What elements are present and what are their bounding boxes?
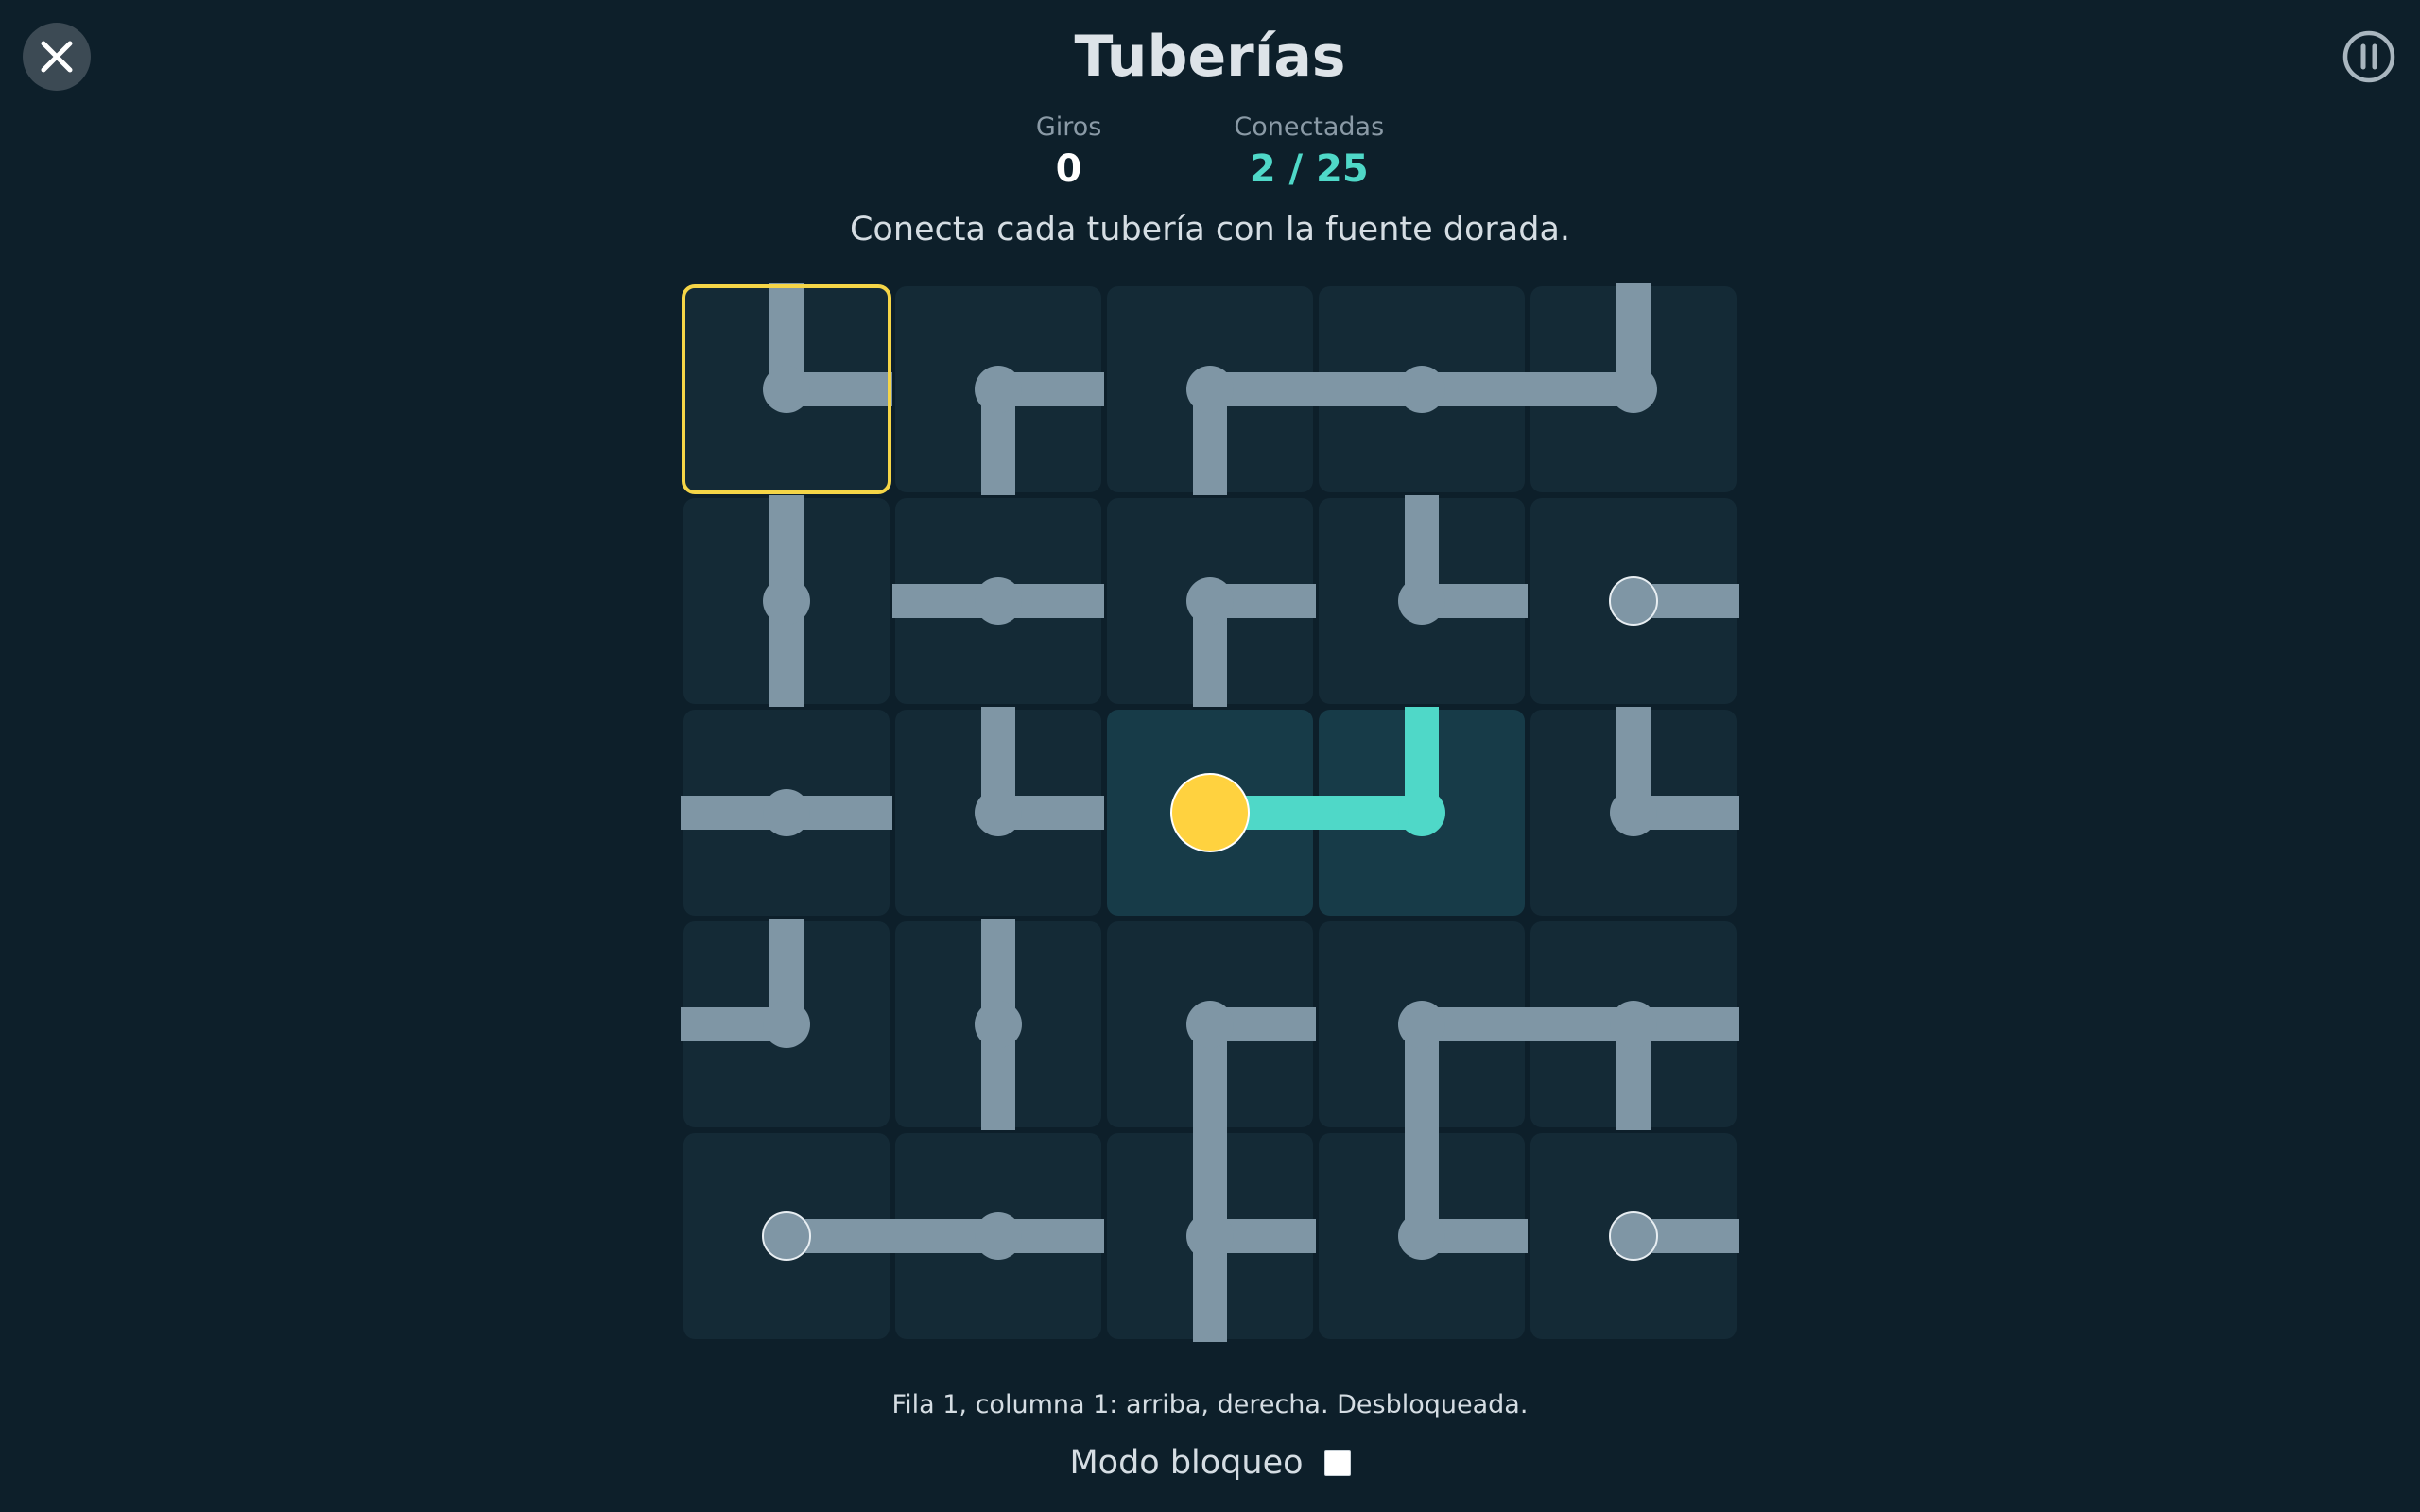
pipe-r4-c2 [975, 919, 1022, 1130]
pipe-joint [975, 366, 1022, 413]
pause-button[interactable] [2341, 28, 2397, 85]
turns-stat: Giros 0 [1036, 110, 1102, 193]
instruction-text: Conecta cada tubería con la fuente dorad… [849, 211, 1571, 249]
pipe-joint [975, 1001, 1022, 1048]
pipe-joint [1186, 1001, 1234, 1048]
page-title: Tuberías [1074, 24, 1346, 90]
pipe-joint [975, 789, 1022, 836]
pipe-board-svg [681, 284, 1739, 1342]
pipe-joint [1610, 1001, 1657, 1048]
source-node [1170, 773, 1250, 852]
pipe-joint [1186, 577, 1234, 625]
turns-value: 0 [1055, 147, 1082, 191]
pipe-r3-c1 [681, 789, 892, 836]
pipe-joint [1610, 789, 1657, 836]
pipe-joint [975, 577, 1022, 625]
pipe-r2-c1 [763, 495, 810, 707]
lock-mode-checkbox[interactable] [1323, 1450, 1351, 1476]
status-line: Fila 1, columna 1: arriba, derecha. Desb… [891, 1390, 1529, 1419]
connected-stat: Conectadas 2 / 25 [1234, 110, 1384, 193]
endpoint-node [1609, 1211, 1658, 1261]
pipe-joint [1398, 366, 1445, 413]
pipe-joint [1610, 366, 1657, 413]
pipe-joint [1398, 1212, 1445, 1260]
pipe-joint [763, 789, 810, 836]
pipe-board [681, 284, 1739, 1342]
game-screen: Tuberías Giros 0 Conectadas 2 / 25 Conec… [0, 0, 2420, 1512]
pipe-joint [1186, 1212, 1234, 1260]
pipe-joint [763, 1001, 810, 1048]
pipe-r2-c5 [1609, 576, 1739, 626]
connected-value: 2 / 25 [1249, 147, 1369, 191]
pipe-r5-c1 [762, 1211, 892, 1261]
endpoint-node [762, 1211, 811, 1261]
lock-mode-label: Modo bloqueo [1069, 1444, 1304, 1482]
pipe-joint [763, 366, 810, 413]
pipe-joint [763, 577, 810, 625]
pipe-joint [1398, 789, 1445, 836]
pipe-joint [1398, 1001, 1445, 1048]
pipe-r5-c5 [1609, 1211, 1739, 1261]
lock-mode-row: Modo bloqueo [0, 1436, 2420, 1489]
pause-icon [2342, 30, 2395, 83]
endpoint-node [1609, 576, 1658, 626]
stats-bar: Giros 0 Conectadas 2 / 25 [0, 110, 2420, 193]
pipe-r5-c2 [892, 1212, 1104, 1260]
pipe-joint [1186, 366, 1234, 413]
pipe-joint [975, 1212, 1022, 1260]
connected-label: Conectadas [1234, 112, 1385, 142]
pipe-r1-c4 [1316, 366, 1528, 413]
pipe-r2-c2 [892, 577, 1104, 625]
turns-label: Giros [1035, 112, 1102, 142]
pipe-joint [1398, 577, 1445, 625]
